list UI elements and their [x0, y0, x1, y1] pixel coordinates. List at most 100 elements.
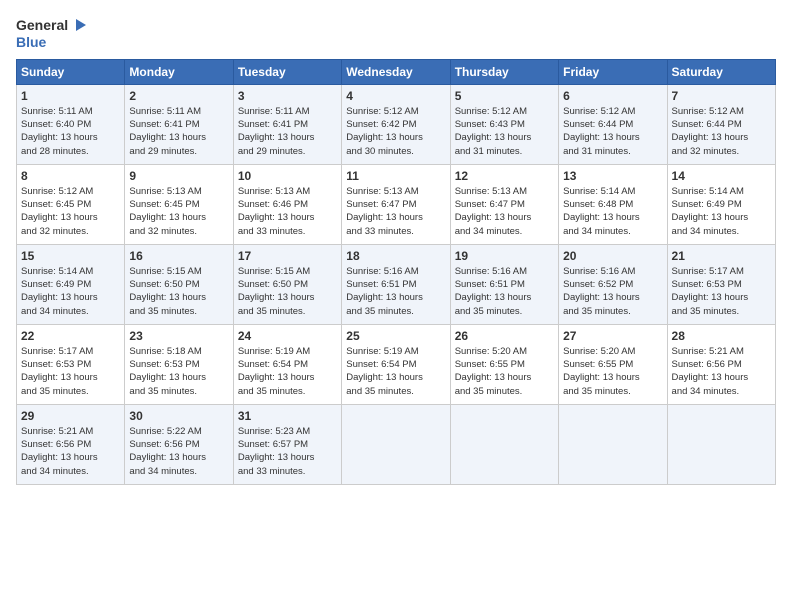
day-number: 10 [238, 169, 337, 183]
day-number: 14 [672, 169, 771, 183]
header-cell: Tuesday [233, 59, 341, 84]
day-number: 3 [238, 89, 337, 103]
day-info: Sunrise: 5:11 AM Sunset: 6:41 PM Dayligh… [238, 105, 337, 158]
day-number: 23 [129, 329, 228, 343]
calendar-cell: 26 Sunrise: 5:20 AM Sunset: 6:55 PM Dayli… [450, 324, 558, 404]
header-cell: Monday [125, 59, 233, 84]
day-number: 6 [563, 89, 662, 103]
day-number: 13 [563, 169, 662, 183]
header-cell: Saturday [667, 59, 775, 84]
day-number: 26 [455, 329, 554, 343]
day-number: 24 [238, 329, 337, 343]
calendar-cell: 2 Sunrise: 5:11 AM Sunset: 6:41 PM Daylig… [125, 84, 233, 164]
calendar-cell: 16 Sunrise: 5:15 AM Sunset: 6:50 PM Dayli… [125, 244, 233, 324]
calendar-cell: 31 Sunrise: 5:23 AM Sunset: 6:57 PM Dayli… [233, 404, 341, 484]
day-info: Sunrise: 5:21 AM Sunset: 6:56 PM Dayligh… [672, 345, 771, 398]
calendar-cell: 18Sunrise: 5:16 AM Sunset: 6:51 PM Dayli… [342, 244, 450, 324]
day-number: 28 [672, 329, 771, 343]
day-info: Sunrise: 5:20 AM Sunset: 6:55 PM Dayligh… [455, 345, 554, 398]
day-number: 27 [563, 329, 662, 343]
day-number: 30 [129, 409, 228, 423]
day-info: Sunrise: 5:12 AM Sunset: 6:42 PM Dayligh… [346, 105, 445, 158]
day-info: Sunrise: 5:16 AM Sunset: 6:52 PM Dayligh… [563, 265, 662, 318]
header-cell: Thursday [450, 59, 558, 84]
calendar-cell: 28 Sunrise: 5:21 AM Sunset: 6:56 PM Dayli… [667, 324, 775, 404]
page-header: General Blue [16, 16, 776, 51]
day-number: 9 [129, 169, 228, 183]
calendar-cell: 21Sunrise: 5:17 AM Sunset: 6:53 PM Dayli… [667, 244, 775, 324]
calendar-cell: 15 Sunrise: 5:14 AM Sunset: 6:49 PM Dayli… [17, 244, 125, 324]
day-number: 31 [238, 409, 337, 423]
day-info: Sunrise: 5:13 AM Sunset: 6:45 PM Dayligh… [129, 185, 228, 238]
day-info: Sunrise: 5:15 AM Sunset: 6:50 PM Dayligh… [129, 265, 228, 318]
day-info: Sunrise: 5:19 AM Sunset: 6:54 PM Dayligh… [346, 345, 445, 398]
logo-general: General [16, 17, 68, 34]
calendar-cell: 24 Sunrise: 5:19 AM Sunset: 6:54 PM Dayli… [233, 324, 341, 404]
day-info: Sunrise: 5:14 AM Sunset: 6:48 PM Dayligh… [563, 185, 662, 238]
day-info: Sunrise: 5:13 AM Sunset: 6:47 PM Dayligh… [455, 185, 554, 238]
logo-blue: Blue [16, 34, 46, 51]
calendar-cell: 23 Sunrise: 5:18 AM Sunset: 6:53 PM Dayli… [125, 324, 233, 404]
calendar-cell: 14 Sunrise: 5:14 AM Sunset: 6:49 PM Dayli… [667, 164, 775, 244]
calendar-cell: 12 Sunrise: 5:13 AM Sunset: 6:47 PM Dayli… [450, 164, 558, 244]
calendar-cell: 13 Sunrise: 5:14 AM Sunset: 6:48 PM Dayli… [559, 164, 667, 244]
day-info: Sunrise: 5:21 AM Sunset: 6:56 PM Dayligh… [21, 425, 120, 478]
day-number: 22 [21, 329, 120, 343]
logo: General Blue [16, 16, 88, 51]
calendar-cell: 19Sunrise: 5:16 AM Sunset: 6:51 PM Dayli… [450, 244, 558, 324]
day-number: 17 [238, 249, 337, 263]
day-info: Sunrise: 5:12 AM Sunset: 6:44 PM Dayligh… [563, 105, 662, 158]
day-info: Sunrise: 5:23 AM Sunset: 6:57 PM Dayligh… [238, 425, 337, 478]
calendar-cell [342, 404, 450, 484]
day-number: 25 [346, 329, 445, 343]
day-info: Sunrise: 5:14 AM Sunset: 6:49 PM Dayligh… [672, 185, 771, 238]
calendar-cell: 29 Sunrise: 5:21 AM Sunset: 6:56 PM Dayli… [17, 404, 125, 484]
day-info: Sunrise: 5:17 AM Sunset: 6:53 PM Dayligh… [21, 345, 120, 398]
day-number: 18 [346, 249, 445, 263]
day-number: 16 [129, 249, 228, 263]
header-cell: Wednesday [342, 59, 450, 84]
calendar-week-row: 22 Sunrise: 5:17 AM Sunset: 6:53 PM Dayli… [17, 324, 776, 404]
calendar-cell: 1 Sunrise: 5:11 AM Sunset: 6:40 PM Daylig… [17, 84, 125, 164]
calendar-week-row: 8Sunrise: 5:12 AM Sunset: 6:45 PM Daylig… [17, 164, 776, 244]
day-number: 20 [563, 249, 662, 263]
calendar-cell: 7 Sunrise: 5:12 AM Sunset: 6:44 PM Daylig… [667, 84, 775, 164]
day-info: Sunrise: 5:14 AM Sunset: 6:49 PM Dayligh… [21, 265, 120, 318]
day-info: Sunrise: 5:13 AM Sunset: 6:46 PM Dayligh… [238, 185, 337, 238]
calendar-cell: 3 Sunrise: 5:11 AM Sunset: 6:41 PM Daylig… [233, 84, 341, 164]
day-number: 1 [21, 89, 120, 103]
day-number: 5 [455, 89, 554, 103]
logo-arrow-icon [70, 16, 88, 34]
day-info: Sunrise: 5:18 AM Sunset: 6:53 PM Dayligh… [129, 345, 228, 398]
day-info: Sunrise: 5:12 AM Sunset: 6:44 PM Dayligh… [672, 105, 771, 158]
calendar-cell: 4 Sunrise: 5:12 AM Sunset: 6:42 PM Daylig… [342, 84, 450, 164]
logo-container: General Blue [16, 16, 88, 51]
calendar-cell: 11Sunrise: 5:13 AM Sunset: 6:47 PM Dayli… [342, 164, 450, 244]
calendar-table: SundayMondayTuesdayWednesdayThursdayFrid… [16, 59, 776, 485]
day-number: 4 [346, 89, 445, 103]
calendar-week-row: 15 Sunrise: 5:14 AM Sunset: 6:49 PM Dayli… [17, 244, 776, 324]
day-info: Sunrise: 5:11 AM Sunset: 6:40 PM Dayligh… [21, 105, 120, 158]
calendar-cell: 6 Sunrise: 5:12 AM Sunset: 6:44 PM Daylig… [559, 84, 667, 164]
day-info: Sunrise: 5:22 AM Sunset: 6:56 PM Dayligh… [129, 425, 228, 478]
day-number: 8 [21, 169, 120, 183]
day-number: 12 [455, 169, 554, 183]
calendar-cell: 17 Sunrise: 5:15 AM Sunset: 6:50 PM Dayli… [233, 244, 341, 324]
day-info: Sunrise: 5:16 AM Sunset: 6:51 PM Dayligh… [455, 265, 554, 318]
calendar-week-row: 29 Sunrise: 5:21 AM Sunset: 6:56 PM Dayli… [17, 404, 776, 484]
header-cell: Friday [559, 59, 667, 84]
calendar-cell [450, 404, 558, 484]
day-number: 21 [672, 249, 771, 263]
day-info: Sunrise: 5:20 AM Sunset: 6:55 PM Dayligh… [563, 345, 662, 398]
day-number: 15 [21, 249, 120, 263]
header-cell: Sunday [17, 59, 125, 84]
day-number: 11 [346, 169, 445, 183]
day-number: 29 [21, 409, 120, 423]
day-info: Sunrise: 5:15 AM Sunset: 6:50 PM Dayligh… [238, 265, 337, 318]
day-info: Sunrise: 5:19 AM Sunset: 6:54 PM Dayligh… [238, 345, 337, 398]
calendar-cell: 9 Sunrise: 5:13 AM Sunset: 6:45 PM Daylig… [125, 164, 233, 244]
calendar-cell: 30 Sunrise: 5:22 AM Sunset: 6:56 PM Dayli… [125, 404, 233, 484]
day-info: Sunrise: 5:11 AM Sunset: 6:41 PM Dayligh… [129, 105, 228, 158]
day-number: 2 [129, 89, 228, 103]
day-number: 7 [672, 89, 771, 103]
